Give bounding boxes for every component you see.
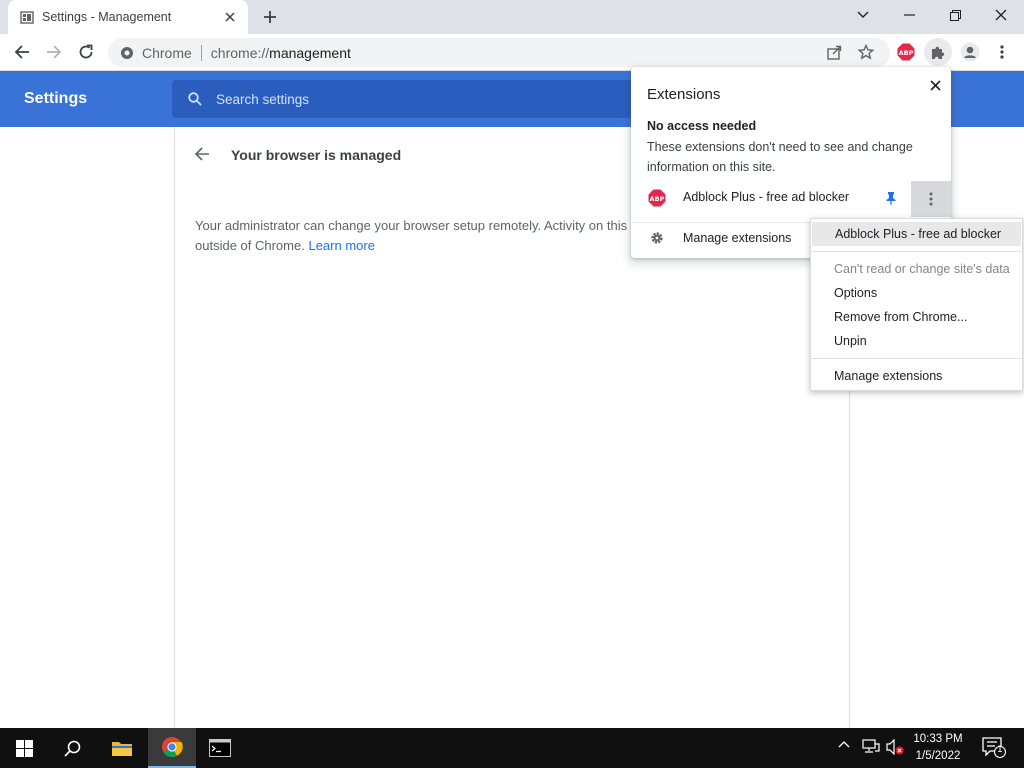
tab-close-icon[interactable]	[222, 9, 238, 25]
context-menu-remove[interactable]: Remove from Chrome...	[811, 305, 1022, 329]
no-access-section-title: No access needed	[647, 119, 757, 133]
admin-text-line-2: outside of Chrome.	[195, 238, 305, 253]
close-window-button[interactable]	[978, 0, 1024, 30]
page-title: Your browser is managed	[231, 147, 402, 163]
clock-date: 1/5/2022	[915, 750, 961, 762]
context-menu-manage-extensions[interactable]: Manage extensions	[811, 364, 1022, 388]
extension-context-menu: Adblock Plus - free ad blocker Can't rea…	[810, 218, 1023, 391]
chrome-taskbar-icon[interactable]	[148, 728, 196, 768]
tab-settings-management[interactable]: Settings - Management	[8, 0, 248, 34]
close-icon[interactable]	[925, 75, 945, 95]
extension-item-adblock-plus[interactable]: ABP Adblock Plus - free ad blocker	[631, 181, 951, 217]
volume-muted-icon[interactable]	[886, 739, 904, 755]
url-scheme: chrome://	[210, 44, 270, 61]
file-explorer-icon[interactable]	[98, 728, 146, 768]
taskbar-clock[interactable]: 10:33 PM 1/5/2022	[908, 731, 968, 765]
back-button[interactable]	[8, 38, 36, 66]
profile-avatar-icon[interactable]	[956, 38, 984, 66]
adblock-plus-toolbar-icon[interactable]: ABP	[892, 38, 920, 66]
chrome-menu-icon[interactable]	[988, 38, 1016, 66]
url-path: management	[269, 44, 351, 61]
search-settings-input[interactable]: Search settings	[172, 80, 652, 118]
adblock-plus-icon: ABP	[648, 189, 666, 207]
manage-extensions-label: Manage extensions	[683, 231, 792, 245]
url-text: chrome://management	[211, 45, 351, 61]
context-menu-unpin[interactable]: Unpin	[811, 329, 1022, 353]
action-center-icon[interactable]: 1	[982, 737, 1006, 759]
admin-description: Your administrator can change your brows…	[195, 216, 635, 256]
svg-text:ABP: ABP	[650, 195, 665, 203]
context-menu-site-access: Can't read or change site's data	[834, 262, 1010, 276]
extensions-popup-title: Extensions	[647, 86, 721, 103]
extensions-puzzle-icon[interactable]	[924, 38, 952, 66]
start-button[interactable]	[0, 728, 48, 768]
taskbar-search-icon[interactable]	[48, 728, 96, 768]
extension-more-actions-button[interactable]	[911, 181, 951, 217]
back-arrow-icon[interactable]	[194, 146, 210, 162]
page-icon	[20, 10, 34, 24]
chrome-site-icon	[120, 46, 134, 60]
omnibox-separator	[200, 44, 202, 61]
restore-button[interactable]	[932, 0, 978, 30]
forward-button[interactable]	[40, 38, 68, 66]
context-menu-separator	[811, 251, 1022, 252]
admin-text-line-1: Your administrator can change your brows…	[195, 218, 628, 233]
minimize-button[interactable]	[886, 0, 932, 30]
share-icon[interactable]	[820, 38, 848, 66]
new-tab-button[interactable]	[258, 6, 282, 28]
notification-count: 1	[997, 745, 1003, 755]
gear-icon	[650, 231, 664, 245]
context-menu-extension-name[interactable]: Adblock Plus - free ad blocker	[812, 222, 1021, 246]
tab-search-icon[interactable]	[840, 0, 886, 30]
tab-title: Settings - Management	[42, 10, 172, 24]
learn-more-link[interactable]: Learn more	[308, 238, 374, 253]
settings-title: Settings	[24, 90, 88, 107]
svg-text:ABP: ABP	[899, 49, 914, 57]
context-menu-separator	[811, 358, 1022, 359]
clock-time: 10:33 PM	[913, 733, 963, 745]
reload-button[interactable]	[72, 38, 100, 66]
context-menu-options[interactable]: Options	[811, 281, 1022, 305]
search-icon	[188, 92, 202, 106]
network-icon[interactable]	[862, 739, 880, 755]
terminal-icon[interactable]	[196, 728, 244, 768]
pin-icon[interactable]	[885, 191, 897, 205]
show-hidden-icons-chevron[interactable]	[838, 740, 850, 748]
search-placeholder: Search settings	[216, 91, 310, 107]
no-access-section-description: These extensions don't need to see and c…	[647, 140, 913, 174]
bookmark-star-icon[interactable]	[852, 38, 880, 66]
extension-name: Adblock Plus - free ad blocker	[683, 190, 850, 204]
site-chip-label: Chrome	[142, 44, 192, 61]
address-bar[interactable]: Chrome chrome://management	[108, 38, 890, 67]
